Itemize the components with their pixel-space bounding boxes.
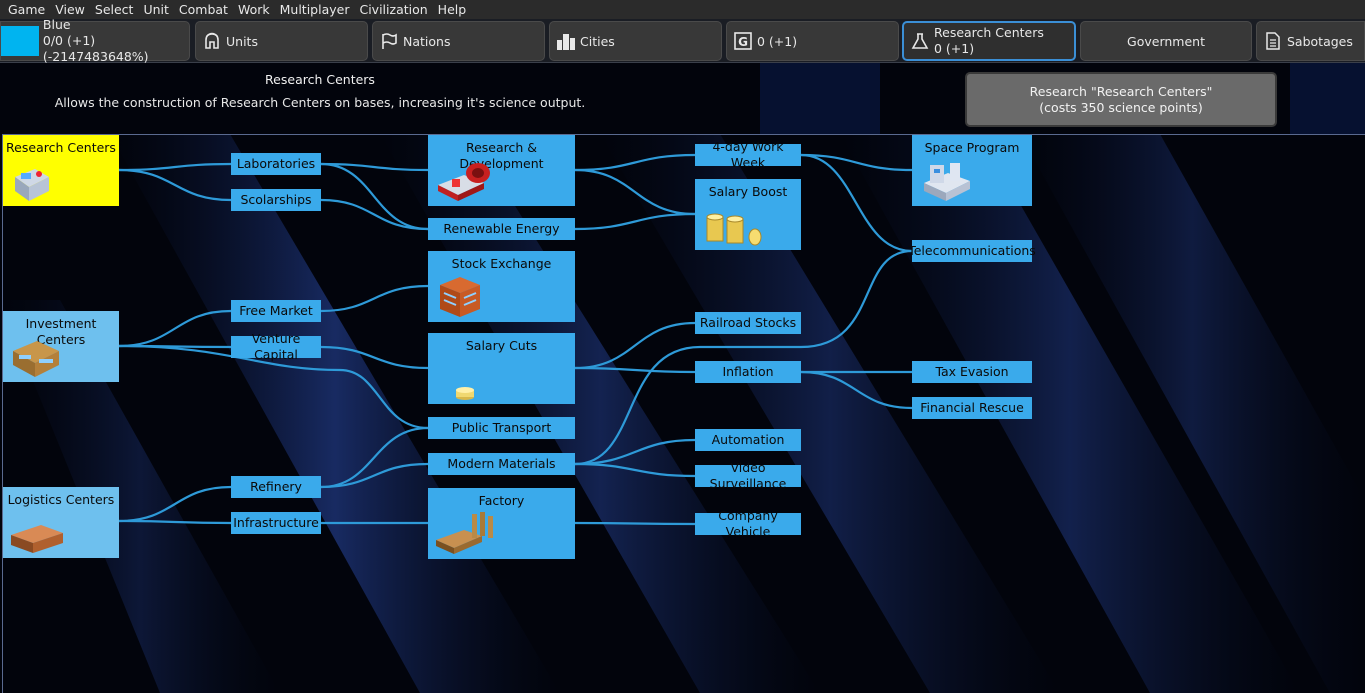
warehouse-building-icon	[11, 525, 63, 553]
tech-automation-label: Automation	[711, 432, 785, 447]
gold-coins-icon	[706, 213, 762, 246]
tech-salary-boost[interactable]: Salary Boost	[695, 179, 801, 250]
tech-renewable-energy-label: Renewable Energy	[443, 221, 560, 236]
tech-space-program[interactable]: Space Program	[912, 135, 1032, 206]
tech-research-development[interactable]: Research & Development	[428, 135, 575, 206]
tech-factory[interactable]: Factory	[428, 488, 575, 559]
link-rnd-salaryboost	[574, 168, 696, 216]
link-rnd-workweek	[574, 153, 696, 172]
tech-investment-centers[interactable]: Investment Centers	[3, 311, 119, 382]
tech-factory-label: Factory	[478, 493, 525, 508]
link-inflation-rescue	[800, 370, 913, 410]
tech-infrastructure[interactable]: Infrastructure	[231, 512, 321, 534]
tech-free-market[interactable]: Free Market	[231, 300, 321, 322]
stock-exchange-building-icon	[440, 277, 480, 317]
tech-free-market-label: Free Market	[239, 303, 313, 318]
link-laboratories-renewable	[320, 162, 429, 231]
space-program-building-icon	[924, 163, 970, 201]
tech-public-transport-label: Public Transport	[451, 420, 552, 435]
link-scolarships-renewable	[320, 198, 429, 231]
factory-building-icon	[436, 512, 493, 554]
coin-stack-icon	[456, 387, 474, 400]
tech-4day-work-week[interactable]: 4-day Work Week	[695, 139, 801, 170]
tech-venture-capital-label: Venture Capital	[251, 331, 301, 362]
tech-railroad-stocks[interactable]: Railroad Stocks	[695, 312, 801, 334]
tech-tax-evasion-label: Tax Evasion	[935, 364, 1009, 379]
link-investment-freemarket	[118, 309, 232, 348]
tech-venture-capital[interactable]: Venture Capital	[231, 331, 321, 362]
link-railroad-telecom	[800, 249, 913, 349]
tech-space-program-label: Space Program	[924, 140, 1020, 155]
tech-video-surveillance[interactable]: Video Surveillance	[695, 460, 801, 491]
link-refinery-modernmaterials	[320, 462, 429, 489]
tech-public-transport[interactable]: Public Transport	[428, 417, 575, 439]
tech-scolarships-label: Scolarships	[240, 192, 312, 207]
tech-logistics-centers-label: Logistics Centers	[7, 492, 115, 507]
tech-laboratories[interactable]: Laboratories	[231, 153, 321, 175]
tech-telecommunications-label: Telecommunications	[908, 243, 1036, 258]
tech-salary-boost-label: Salary Boost	[708, 184, 788, 199]
tech-infrastructure-label: Infrastructure	[233, 515, 319, 530]
tech-tree-links	[118, 153, 913, 526]
link-factory-vehicle	[574, 521, 696, 526]
tech-video-surveillance-label: Video Surveillance	[709, 460, 787, 491]
link-freemarket-stock	[320, 284, 429, 313]
link-venture-salarycuts	[320, 345, 429, 370]
tech-railroad-stocks-label: Railroad Stocks	[699, 315, 797, 330]
link-logistics-infrastructure	[118, 519, 232, 525]
tech-research-centers-label: Research Centers	[6, 140, 116, 155]
tech-logistics-centers[interactable]: Logistics Centers	[3, 487, 119, 558]
tech-salary-cuts[interactable]: Salary Cuts	[428, 333, 575, 404]
tech-research-centers[interactable]: Research Centers	[3, 135, 119, 206]
tech-refinery-label: Refinery	[250, 479, 302, 494]
link-salarycuts-railroad	[574, 321, 696, 370]
link-modernmaterials-surveillance	[574, 462, 696, 478]
link-salarycuts-inflation	[574, 366, 696, 374]
tech-modern-materials[interactable]: Modern Materials	[428, 453, 575, 475]
tech-inflation[interactable]: Inflation	[695, 361, 801, 383]
tech-financial-rescue-label: Financial Rescue	[920, 400, 1024, 415]
tech-laboratories-label: Laboratories	[236, 156, 316, 171]
tech-4day-work-week-label: 4-day Work Week	[712, 139, 784, 170]
tech-tax-evasion[interactable]: Tax Evasion	[912, 361, 1032, 383]
radar-dish-building-icon	[438, 163, 490, 201]
link-renewable-salaryboost	[574, 212, 696, 231]
tech-stock-exchange-label: Stock Exchange	[451, 256, 552, 271]
tech-salary-cuts-label: Salary Cuts	[465, 338, 538, 353]
tech-stock-exchange[interactable]: Stock Exchange	[428, 251, 575, 322]
tech-refinery[interactable]: Refinery	[231, 476, 321, 498]
tech-scolarships[interactable]: Scolarships	[231, 189, 321, 211]
tech-company-vehicle-label: Company Vehicle	[718, 508, 778, 539]
investment-center-building-icon	[13, 341, 59, 377]
link-refinery-publictransport	[320, 426, 429, 489]
tech-inflation-label: Inflation	[722, 364, 774, 379]
tech-financial-rescue[interactable]: Financial Rescue	[912, 397, 1032, 419]
tech-renewable-energy[interactable]: Renewable Energy	[428, 218, 575, 240]
tech-company-vehicle[interactable]: Company Vehicle	[695, 508, 801, 539]
link-logistics-refinery	[118, 485, 232, 523]
tech-modern-materials-label: Modern Materials	[447, 456, 556, 471]
tech-automation[interactable]: Automation	[695, 429, 801, 451]
tech-telecommunications[interactable]: Telecommunications	[908, 240, 1036, 262]
link-research-centers-laboratories	[118, 162, 232, 172]
link-research-centers-scolarships	[118, 168, 232, 202]
research-center-building-icon	[15, 169, 49, 201]
